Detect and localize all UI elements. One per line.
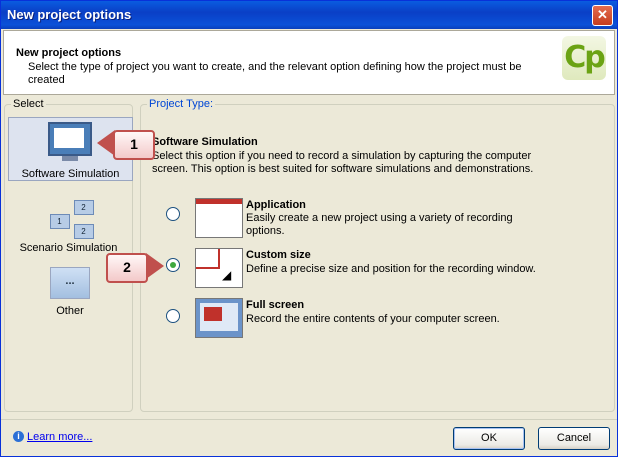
project-type-title: Software Simulation (152, 136, 258, 148)
scenario-icon: 1 2 2 (44, 200, 94, 240)
radio-full-screen[interactable] (166, 309, 180, 323)
captivate-logo: Cp (562, 36, 606, 80)
project-type-label: Project Type: (147, 98, 215, 110)
select-group-label: Select (11, 98, 46, 110)
option-title-full-screen: Full screen (246, 299, 305, 311)
full-screen-monitor-icon (195, 298, 243, 338)
info-icon: i (13, 431, 24, 442)
header-title: New project options (16, 47, 122, 59)
header-subtitle: Select the type of project you want to c… (28, 61, 522, 86)
close-button[interactable]: ✕ (592, 5, 613, 26)
select-item-label: Software Simulation (21, 168, 120, 180)
callout-1: 1 (113, 130, 155, 160)
custom-size-icon: ◢ (195, 248, 243, 288)
radio-application[interactable] (166, 207, 180, 221)
select-item-scenario-simulation[interactable]: 1 2 2 Scenario Simulation (5, 200, 132, 254)
application-window-icon (195, 198, 243, 238)
header-panel: New project options Select the type of p… (3, 30, 615, 95)
option-desc-full-screen: Record the entire contents of your compu… (246, 313, 500, 325)
option-title-application: Application (246, 199, 306, 211)
project-type-description: Select this option if you need to record… (152, 150, 534, 175)
option-title-custom-size: Custom size (246, 249, 311, 261)
other-icon: ... (50, 267, 90, 299)
select-item-other[interactable]: ... Other (35, 267, 105, 317)
cancel-button[interactable]: Cancel (538, 427, 610, 450)
title-bar[interactable]: New project options ✕ (1, 1, 617, 29)
footer-divider (1, 419, 617, 420)
dialog-window: New project options ✕ New project option… (0, 0, 618, 457)
close-icon: ✕ (597, 7, 608, 22)
learn-more-link[interactable]: Learn more... (27, 431, 92, 443)
callout-2-arrow (146, 253, 164, 279)
window-title: New project options (7, 7, 132, 22)
option-desc-custom-size: Define a precise size and position for t… (246, 263, 536, 275)
radio-custom-size[interactable] (166, 258, 180, 272)
monitor-icon (48, 122, 92, 156)
option-desc-application: Easily create a new project using a vari… (246, 212, 513, 237)
callout-2: 2 (106, 253, 148, 283)
ok-button[interactable]: OK (453, 427, 525, 450)
select-item-label: Other (56, 305, 84, 317)
